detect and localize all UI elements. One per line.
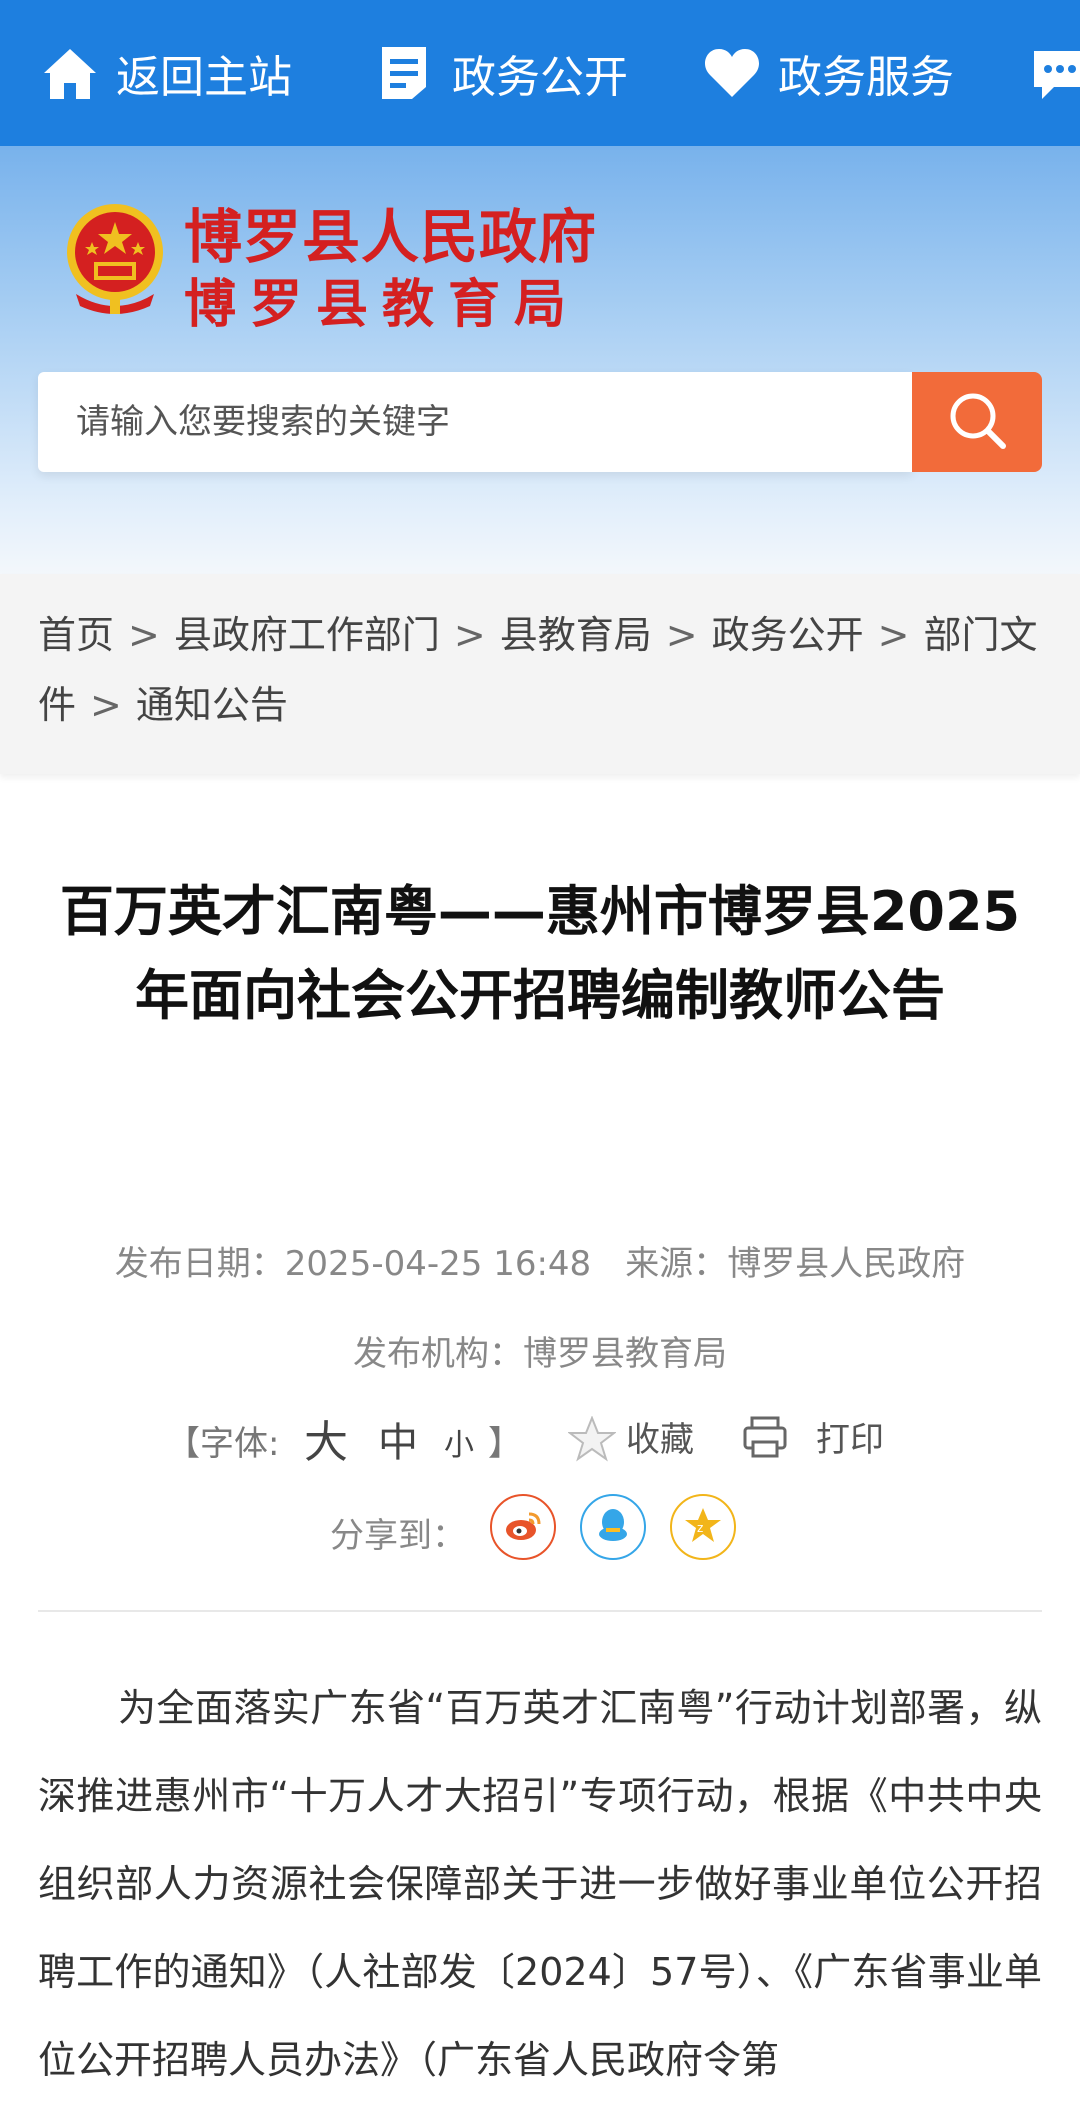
breadcrumb-separator: > (128, 613, 160, 657)
chat-icon (1030, 43, 1080, 103)
date-label: 发布日期： (114, 1244, 285, 1284)
nav-gov-affairs-label: 政务公开 (452, 52, 628, 103)
nav-home-label: 返回主站 (116, 52, 292, 103)
article-title: 百万英才汇南粤——惠州市博罗县2025年面向社会公开招聘编制教师公告 (59, 880, 1021, 1027)
breadcrumb-separator: > (665, 613, 698, 657)
home-icon (40, 43, 100, 103)
source-label: 来源： (625, 1244, 728, 1284)
breadcrumb-separator: > (90, 683, 122, 727)
org-label: 发布机构： (353, 1334, 523, 1374)
body-paragraph: 为全面落实广东省“百万英才汇南粤”行动计划部署，纵深推进惠州市“十万人才大招引”… (38, 1686, 1042, 2082)
font-medium-button[interactable]: 中 (378, 1410, 418, 1468)
share-row: 分享到： z (0, 1492, 1080, 1572)
search-box (38, 372, 912, 472)
share-qzone-button[interactable]: z (670, 1494, 736, 1560)
nav-home[interactable]: 返回主站 (40, 0, 292, 146)
breadcrumb-gov-affairs[interactable]: 政务公开 (712, 613, 864, 657)
article-body: 为全面落实广东省“百万英才汇南粤”行动计划部署，纵深推进惠州市“十万人才大招引”… (38, 1664, 1042, 2104)
share-label: 分享到： (330, 1516, 466, 1556)
star-icon[interactable] (567, 1415, 617, 1471)
svg-text:z: z (697, 1521, 703, 1535)
weibo-icon (503, 1508, 543, 1546)
publishing-org: 博罗县教育局 (523, 1334, 727, 1374)
search-icon (945, 388, 1009, 456)
breadcrumb-departments[interactable]: 县政府工作部门 (174, 613, 440, 657)
printer-icon[interactable] (742, 1416, 788, 1469)
nav-gov-affairs[interactable]: 政务公开 (376, 0, 628, 146)
qq-icon (596, 1506, 630, 1548)
top-nav: 返回主站 政务公开 政务服务 (0, 0, 1080, 146)
favorite-button[interactable]: 收藏 (626, 1412, 694, 1461)
font-size-close: 】 (488, 1424, 522, 1464)
nav-gov-services[interactable]: 政务服务 (702, 0, 954, 146)
share-weibo-button[interactable] (490, 1494, 556, 1560)
article-meta: 发布日期：2025-04-25 16:48 来源：博罗县人民政府 (0, 1236, 1080, 1285)
site-title-education-bureau: 博罗县教育局 (184, 274, 581, 335)
breadcrumb-separator: > (453, 613, 486, 657)
breadcrumb: 首页 > 县政府工作部门 > 县教育局 > 政务公开 > 部门文件 > 通知公告 (38, 600, 1048, 740)
publish-date: 2025-04-25 16:48 (284, 1244, 592, 1284)
breadcrumb-education-bureau[interactable]: 县教育局 (500, 613, 652, 657)
heart-icon (702, 43, 762, 103)
document-icon (376, 43, 436, 103)
qzone-icon: z (683, 1506, 723, 1548)
font-size-label: 【字体: (166, 1424, 280, 1464)
breadcrumb-separator: > (877, 613, 910, 657)
breadcrumb-notices[interactable]: 通知公告 (136, 683, 288, 727)
breadcrumb-home[interactable]: 首页 (38, 613, 114, 657)
font-large-button[interactable]: 大 (304, 1406, 348, 1470)
article-tools: 【字体: 大 中 小 】 收藏 打印 (0, 1406, 1080, 1469)
nav-gov-services-label: 政务服务 (778, 52, 954, 103)
article-org: 发布机构：博罗县教育局 (0, 1326, 1080, 1375)
article-source: 博罗县人民政府 (727, 1244, 966, 1284)
share-qq-button[interactable] (580, 1494, 646, 1560)
national-emblem-icon (62, 198, 168, 316)
print-button[interactable]: 打印 (816, 1412, 884, 1461)
search-button[interactable] (912, 372, 1042, 472)
nav-interaction[interactable] (1030, 0, 1080, 146)
search-input[interactable] (38, 372, 912, 472)
font-small-button[interactable]: 小 (444, 1420, 474, 1464)
divider (38, 1610, 1042, 1612)
